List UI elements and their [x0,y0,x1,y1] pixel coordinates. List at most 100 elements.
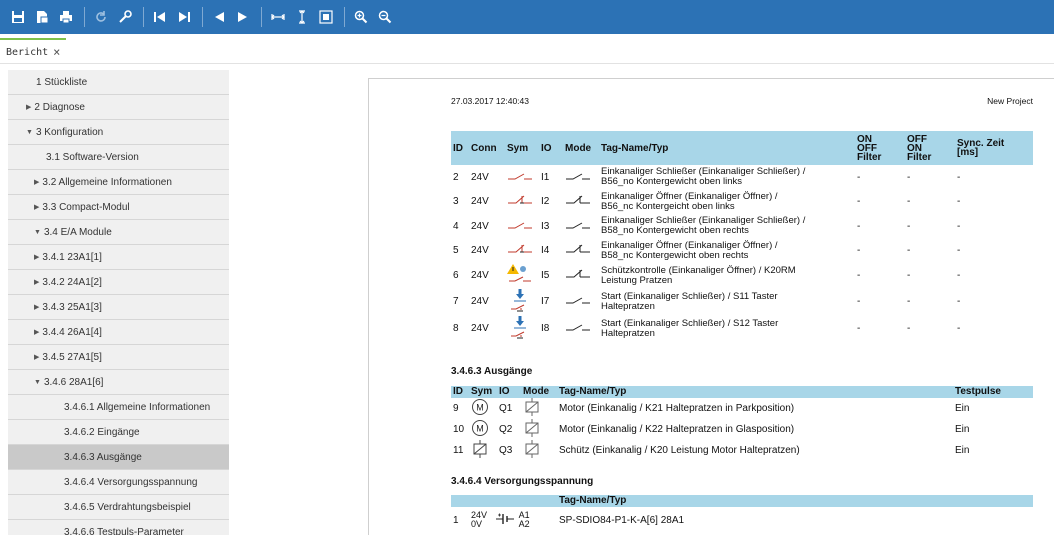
row-sym [505,214,539,239]
zoom-in-icon[interactable] [351,7,371,27]
row-on-off-filter: - [857,196,861,208]
table-row: 1 24V 0V A1 A2 SP-SDIO84-P1-K-A[6] 28A1 [451,507,1033,533]
row-off-on-filter: - [907,323,911,334]
collapsed-arrow-icon[interactable]: ▶ [34,278,39,286]
sidebar-item[interactable]: ▶ 3.4.1 23A1[1] [8,245,229,270]
warning-contactor-icon [507,263,533,288]
row-id: 11 [453,445,464,456]
collapsed-arrow-icon[interactable]: ▶ [34,178,39,186]
col-testpulse: Testpulse [955,386,1001,397]
output-mode-icon [523,419,541,440]
row-io: Q1 [499,403,513,414]
fit-height-icon[interactable] [292,7,312,27]
tab-bericht[interactable]: Bericht × [0,38,67,64]
sidebar-item[interactable]: 1 Stückliste [8,70,229,95]
row-io: Q3 [499,445,513,456]
pushbutton-icon [507,288,533,315]
save-icon[interactable] [8,7,28,27]
sidebar-item[interactable]: ▶ 2 Diagnose [8,95,229,120]
collapsed-arrow-icon[interactable]: ▶ [34,253,39,261]
sidebar-item[interactable]: 3.1 Software-Version [8,145,229,170]
row-conn: 24V [471,270,489,281]
sidebar-item-label: 3.2 Allgemeine Informationen [42,176,172,188]
expanded-arrow-icon[interactable]: ▼ [26,129,33,136]
row-sync-time: - [957,323,961,334]
row-mode [521,419,557,440]
settings-wrench-icon[interactable] [115,7,135,27]
next-page-icon[interactable] [233,7,253,27]
sidebar-item-label: 3.4.5 27A1[5] [42,351,102,363]
refresh-icon[interactable] [91,7,111,27]
col-id: ID [453,386,463,397]
row-sync-time: - [957,196,961,208]
collapsed-arrow-icon[interactable]: ▶ [34,303,39,311]
sidebar-item[interactable]: 3.4.6.6 Testpuls-Parameter [8,520,229,535]
report-viewer[interactable]: 27.03.2017 12:40:43 New Project ID Conn … [368,78,1054,535]
sidebar-item[interactable]: 3.4.6.1 Allgemeine Informationen [8,395,229,420]
row-id: 7 [453,296,459,307]
sidebar-item[interactable]: 3.4.6.4 Versorgungsspannung [8,470,229,495]
tag-line-2: B58_no Kontergewicht oben rechts [601,225,749,237]
toolbar-divider [261,7,262,27]
row-on-off-filter: - [857,245,861,257]
sidebar-item-label: 3.3 Compact-Modul [42,201,130,213]
col-mode: Mode [523,386,550,397]
sidebar-item[interactable]: ▶ 3.4.4 26A1[4] [8,320,229,345]
row-conn: 24V [471,245,489,257]
row-sym [505,190,539,215]
expanded-arrow-icon[interactable]: ▼ [34,379,41,386]
row-sync-time: - [957,296,961,307]
col-sym: Sym [471,386,493,397]
collapsed-arrow-icon[interactable]: ▶ [34,328,39,336]
sidebar-item[interactable]: ▶ 3.4.5 27A1[5] [8,345,229,370]
first-page-icon[interactable] [150,7,170,27]
row-testpulse: Ein [955,403,970,414]
normally-closed-mode-icon [565,268,591,283]
sidebar-item[interactable]: ▶ 3.4.2 24A1[2] [8,270,229,295]
row-io: I3 [541,220,550,232]
row-tag: Start (Einkanaliger Schließer) / S11 Tas… [599,288,855,315]
collapsed-arrow-icon[interactable]: ▶ [34,203,39,211]
table-row: 3 24V I2 Einkanaliger Öffner (Einkanaliger … [451,190,1033,215]
report-project-name: New Project [987,96,1033,106]
sidebar-item-label: 3 Konfiguration [35,126,104,138]
sidebar-item[interactable]: 3.4.6.3 Ausgänge [8,445,229,470]
sidebar-item[interactable]: 3.4.6.2 Eingänge [8,420,229,445]
sidebar-item[interactable]: ▶ 3.2 Allgemeine Informationen [8,170,229,195]
last-page-icon[interactable] [174,7,194,27]
sidebar-item[interactable]: ▼ 3 Konfiguration [8,120,229,145]
col-io: IO [541,142,552,154]
export-pdf-icon[interactable] [32,7,52,27]
table-row: 2 24V I1 Einkanaliger Schließer (Einkanalig… [451,165,1033,190]
sidebar-item[interactable]: 3.4.6.5 Verdrahtungsbeispiel [8,495,229,520]
sidebar-item[interactable]: ▶ 3.3 Compact-Modul [8,195,229,220]
pushbutton-icon [507,315,533,342]
print-icon[interactable] [56,7,76,27]
motor-icon: M [471,419,489,440]
fit-page-icon[interactable] [316,7,336,27]
normally-open-contact-icon [507,171,533,184]
inputs-table-header: ID Conn Sym IO Mode Tag-Name/Typ ON OFF Fi… [451,131,1033,165]
outputs-table-header: ID Sym IO Mode Tag-Name/Typ Testpulse [451,386,1033,398]
col-conn: Conn [471,142,497,154]
expanded-arrow-icon[interactable]: ▼ [34,229,41,236]
collapsed-arrow-icon[interactable]: ▶ [26,103,31,111]
tag-line-2: B56_no Kontergewicht oben links [601,176,743,188]
toolbar-divider [143,7,144,27]
row-testpulse: Ein [955,424,970,435]
close-icon[interactable]: × [53,45,60,59]
zoom-out-icon[interactable] [375,7,395,27]
sidebar-item[interactable]: ▼ 3.4.6 28A1[6] [8,370,229,395]
sidebar-item[interactable]: ▼ 3.4 E/A Module [8,220,229,245]
row-mode [563,214,599,239]
col-io: IO [499,386,510,397]
tag-line-2: Haltepratzen [601,327,655,339]
sidebar-item[interactable]: ▶ 3.4.3 25A1[3] [8,295,229,320]
previous-page-icon[interactable] [209,7,229,27]
fit-width-icon[interactable] [268,7,288,27]
normally-open-mode-icon [565,322,591,335]
supply-id: 1 [453,514,459,526]
row-on-off-filter: - [857,323,861,334]
collapsed-arrow-icon[interactable]: ▶ [34,353,39,361]
col-conn [469,495,557,507]
